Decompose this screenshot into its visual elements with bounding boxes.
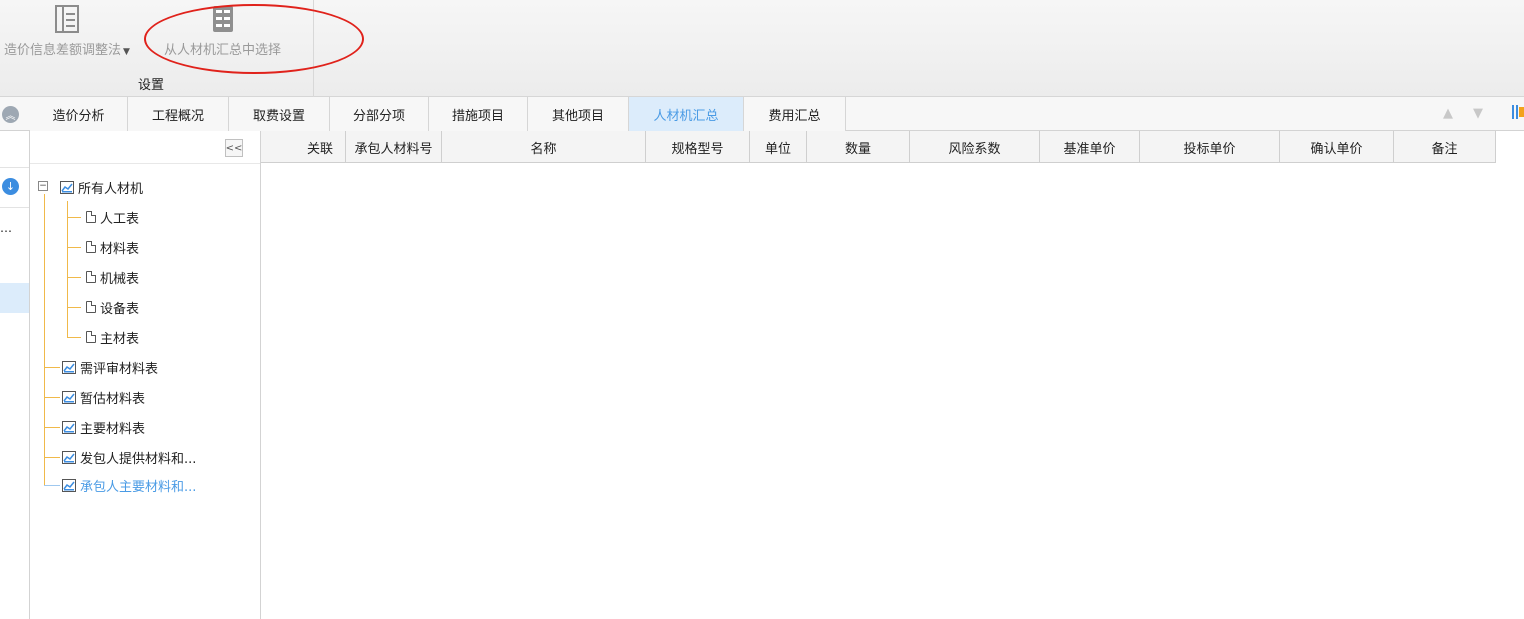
move-up-icon[interactable]: ▲: [1443, 106, 1453, 121]
column-header-risk-factor[interactable]: 风险系数: [910, 131, 1040, 163]
tree-line: [67, 337, 81, 338]
chart-folder-icon: [62, 478, 76, 492]
tab-fee-settings[interactable]: 取费设置: [229, 97, 330, 131]
tab-labor-material-summary[interactable]: 人材机汇总: [629, 97, 744, 131]
tab-sub-items[interactable]: 分部分项: [330, 97, 429, 131]
collapse-node-icon[interactable]: −: [38, 181, 48, 191]
column-header-unit[interactable]: 单位: [750, 131, 807, 163]
tree-node-label: 需评审材料表: [80, 361, 159, 377]
document-icon: [86, 331, 96, 343]
ribbon: 造价信息差额调整法 ▼ 从人材机汇总中选择 设置: [0, 0, 1524, 97]
chart-folder-icon: [62, 390, 76, 404]
tree-line: [67, 201, 68, 338]
tree-line: [44, 427, 60, 428]
tree-line: [44, 397, 60, 398]
tab-bar: ︽ 造价分析 工程概况 取费设置 分部分项 措施项目 其他项目 人材机汇总 费用…: [0, 97, 1524, 131]
document-icon: [86, 241, 96, 253]
tree-node-all[interactable]: 所有人材机: [60, 176, 143, 198]
chart-folder-icon: [62, 360, 76, 374]
chevron-down-icon: ▼: [123, 47, 130, 57]
tree-node-label: 主材表: [100, 331, 140, 347]
left-strip: ↓ …: [0, 131, 30, 619]
chart-folder-icon: [62, 420, 76, 434]
column-header-bid-price[interactable]: 投标单价: [1140, 131, 1280, 163]
tree-node-label: 机械表: [100, 271, 140, 287]
tab-other-items[interactable]: 其他项目: [528, 97, 629, 131]
tree-node-labor[interactable]: 人工表: [86, 206, 139, 228]
tab-project-overview[interactable]: 工程概况: [128, 97, 229, 131]
divider: [0, 207, 29, 208]
tree-line: [67, 217, 81, 218]
column-header-spec[interactable]: 规格型号: [646, 131, 750, 163]
ribbon-group-settings: 造价信息差额调整法 ▼ 从人材机汇总中选择 设置: [0, 0, 314, 97]
download-icon[interactable]: ↓: [2, 178, 19, 195]
tree-node-contractor-major[interactable]: 承包人主要材料和...: [62, 474, 196, 496]
tree-node-major-material[interactable]: 主要材料表: [62, 416, 145, 438]
chart-folder-icon: [62, 450, 76, 464]
column-header-quantity[interactable]: 数量: [807, 131, 910, 163]
document-icon: [86, 301, 96, 313]
column-header-contractor-code[interactable]: 承包人材料号: [346, 131, 442, 163]
divider: [0, 167, 29, 168]
document-icon: [86, 271, 96, 283]
column-header-confirmed-price[interactable]: 确认单价: [1280, 131, 1394, 163]
document-icon: [86, 211, 96, 223]
settings-corner-icon[interactable]: [1512, 103, 1524, 123]
tree-node-label: 主要材料表: [80, 421, 146, 437]
tree-line: [67, 247, 81, 248]
column-header-remark[interactable]: 备注: [1394, 131, 1496, 163]
collapse-up-icon[interactable]: ︽: [2, 106, 19, 123]
tree-node-label: 人工表: [100, 211, 140, 227]
left-strip-selected-item[interactable]: [0, 283, 29, 313]
select-from-summary-button[interactable]: 从人材机汇总中选择: [164, 4, 281, 64]
column-header-base-price[interactable]: 基准单价: [1040, 131, 1140, 163]
more-dots: …: [0, 221, 12, 235]
tree-node-label: 所有人材机: [78, 181, 144, 197]
tree-header: <<: [30, 131, 260, 164]
move-down-icon[interactable]: ▼: [1473, 106, 1483, 121]
tree-node-main-material[interactable]: 主材表: [86, 326, 139, 348]
tree-node-label: 承包人主要材料和...: [80, 479, 197, 495]
tree-node-machine[interactable]: 机械表: [86, 266, 139, 288]
tree-line: [67, 277, 81, 278]
tree-node-review-material[interactable]: 需评审材料表: [62, 356, 158, 378]
chart-folder-icon: [60, 180, 74, 194]
ribbon-group-label: 设置: [138, 78, 165, 93]
tree-line: [44, 457, 60, 458]
tree-node-label: 发包人提供材料和...: [80, 451, 197, 467]
tab-measure-items[interactable]: 措施项目: [429, 97, 528, 131]
tree-line: [44, 485, 60, 486]
column-header-name[interactable]: 名称: [442, 131, 646, 163]
table-adjust-icon: [52, 4, 82, 34]
tree-node-provisional-material[interactable]: 暂估材料表: [62, 386, 145, 408]
column-header-link[interactable]: 关联: [261, 131, 346, 163]
tree-node-label: 设备表: [100, 301, 140, 317]
tree-node-equipment[interactable]: 设备表: [86, 296, 139, 318]
tree-node-employer-supplied[interactable]: 发包人提供材料和...: [62, 446, 196, 468]
tab-cost-analysis[interactable]: 造价分析: [30, 97, 128, 131]
collapse-panel-button[interactable]: <<: [225, 139, 243, 157]
price-info-adjust-button[interactable]: 造价信息差额调整法 ▼: [4, 4, 130, 64]
category-tree: << − 所有人材机 人工表 材料表 机械表 设备表 主材表 需评审材料表 暂估…: [30, 131, 261, 619]
tree-line: [44, 367, 60, 368]
tree-line: [44, 194, 45, 485]
select-list-icon: [208, 4, 238, 34]
tree-line: [67, 307, 81, 308]
tab-fee-summary[interactable]: 费用汇总: [744, 97, 846, 131]
tree-node-label: 暂估材料表: [80, 391, 146, 407]
tree-node-material[interactable]: 材料表: [86, 236, 139, 258]
grid-header: 关联 承包人材料号 名称 规格型号 单位 数量 风险系数 基准单价 投标单价 确…: [261, 131, 1496, 163]
tree-node-label: 材料表: [100, 241, 140, 257]
